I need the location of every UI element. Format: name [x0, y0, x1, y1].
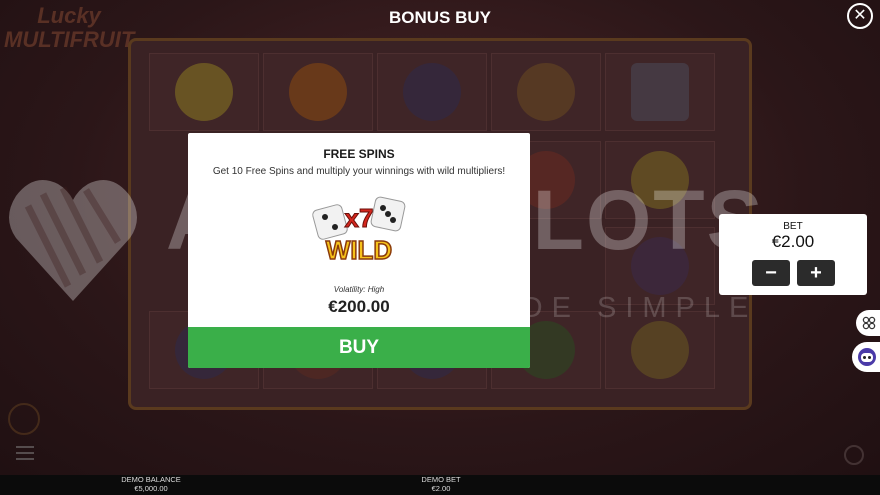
feature-price: €200.00: [328, 297, 390, 316]
feature-label: WILD: [326, 235, 392, 265]
x7-wild-dice-icon: x7 WILD: [312, 196, 406, 266]
info-icon: [844, 445, 864, 465]
feature-title: FREE SPINS: [323, 147, 395, 161]
feature-multiplier: x7: [345, 203, 374, 233]
grid-menu-button[interactable]: [856, 310, 880, 336]
reel-cell: [605, 141, 715, 219]
plus-icon: +: [810, 261, 822, 284]
footer-bar: DEMO BALANCE €5,000.00 DEMO BET €2.00: [0, 475, 880, 495]
increase-bet-button[interactable]: +: [797, 260, 835, 286]
demo-bet-value: €2.00: [431, 484, 451, 493]
decrease-bet-button[interactable]: −: [752, 260, 790, 286]
menu-icon: [16, 446, 34, 460]
grid-icon: [862, 316, 876, 330]
bet-value: €2.00: [771, 232, 815, 251]
bet-panel: BET €2.00 − +: [719, 214, 867, 295]
feature-description: Get 10 Free Spins and multiply your winn…: [212, 166, 506, 177]
page-title: BONUS BUY: [388, 8, 491, 27]
close-button[interactable]: ✕: [847, 3, 873, 29]
robot-face-icon: [858, 348, 876, 366]
reel-cell: [605, 227, 715, 305]
reel-cell: [605, 53, 715, 131]
bonus-buy-card: FREE SPINS Get 10 Free Spins and multipl…: [188, 133, 530, 368]
reel-cell: [605, 311, 715, 389]
minus-icon: −: [765, 261, 777, 284]
autoplay-icon: [8, 403, 40, 435]
assistant-button[interactable]: [852, 342, 880, 372]
buy-button[interactable]: BUY: [188, 327, 530, 368]
volatility-label: Volatility: High: [333, 285, 385, 294]
reel-cell: [377, 53, 487, 131]
reel-cell: [149, 53, 259, 131]
bet-label: BET: [783, 221, 803, 232]
close-icon: ✕: [853, 7, 867, 24]
reel-cell: [491, 53, 601, 131]
reel-cell: [263, 53, 373, 131]
demo-balance-value: €5,000.00: [134, 484, 168, 493]
